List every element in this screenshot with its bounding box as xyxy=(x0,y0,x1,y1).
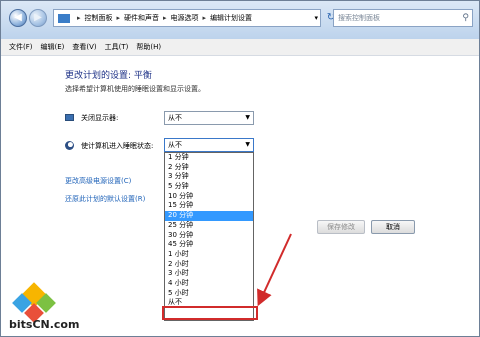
watermark-text: bitsCN.com xyxy=(9,318,80,331)
window: ◀ ▶ ▸ 控制面板 ▸ 硬件和声音 ▸ 电源选项 ▸ 编辑计划设置 ▾ ↻ 搜索控制面板 ⚲… xyxy=(0,0,480,337)
